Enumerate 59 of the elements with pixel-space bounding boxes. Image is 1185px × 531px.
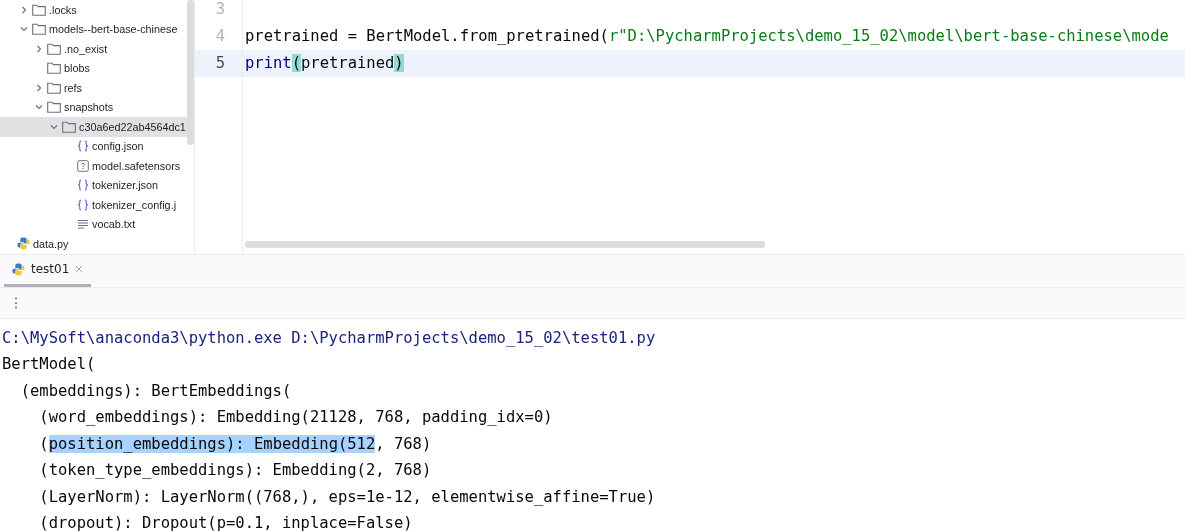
close-icon[interactable] bbox=[75, 265, 84, 273]
file-name: data.py bbox=[33, 237, 69, 250]
code-line: print(pretrained) bbox=[245, 54, 404, 72]
file-name: vocab.txt bbox=[92, 218, 136, 231]
folder-icon bbox=[62, 120, 76, 133]
folder-icon bbox=[47, 62, 61, 75]
line-number: 3 bbox=[214, 0, 226, 20]
tree-item[interactable]: .no_exist bbox=[0, 39, 187, 59]
text-file-icon bbox=[77, 218, 89, 231]
folder-icon bbox=[47, 42, 61, 55]
file-name: models--bert-base-chinese bbox=[49, 23, 178, 36]
file-name: tokenizer_config.j bbox=[92, 198, 177, 211]
tree-item[interactable]: model.safetensors bbox=[0, 156, 187, 176]
folder-icon bbox=[32, 23, 46, 36]
scrollbar[interactable] bbox=[245, 241, 765, 248]
tree-item[interactable]: models--bert-base-chinese bbox=[0, 19, 187, 39]
tree-item[interactable]: blobs bbox=[0, 58, 187, 78]
file-name: snapshots bbox=[64, 101, 114, 114]
python-icon bbox=[12, 262, 25, 276]
tree-item[interactable]: vocab.txt bbox=[0, 214, 187, 234]
console-line: (word_embeddings): Embedding(21128, 768, padding_idx=0) bbox=[38, 408, 553, 426]
braces-icon bbox=[77, 198, 89, 211]
question-file-icon bbox=[77, 159, 89, 172]
code-line: pretrained = BertModel.from_pretrained(r"D:\PycharmProjects\demo_15_02\model\bert-base-chinese\mode bbox=[245, 27, 1169, 45]
folder-icon bbox=[47, 101, 61, 114]
file-name: c30a6ed22ab4564dc1 bbox=[79, 120, 186, 133]
file-name: refs bbox=[64, 81, 82, 94]
file-name: blobs bbox=[64, 62, 90, 75]
tree-item[interactable]: config.json bbox=[0, 136, 187, 156]
braces-icon bbox=[77, 140, 89, 153]
chevron-icon[interactable] bbox=[19, 4, 29, 15]
line-number: 4 bbox=[214, 26, 226, 47]
console-line: (dropout): Dropout(p=0.1, inplace=False) bbox=[38, 514, 413, 531]
tree-item[interactable]: data.py bbox=[0, 234, 187, 254]
scrollbar[interactable] bbox=[187, 0, 194, 145]
file-name: config.json bbox=[92, 140, 144, 153]
tree-item[interactable]: .locks bbox=[0, 0, 187, 20]
braces-icon bbox=[77, 179, 89, 192]
console-line: (LayerNorm): LayerNorm((768,), eps=1e-12, elementwise_affine=True) bbox=[38, 487, 656, 506]
console-line: BertModel( bbox=[2, 355, 96, 373]
python-icon bbox=[17, 237, 30, 251]
line-number: 5 bbox=[195, 50, 242, 77]
chevron-icon[interactable] bbox=[34, 82, 44, 93]
console-line: (embeddings): BertEmbeddings( bbox=[19, 381, 292, 400]
tree-item[interactable]: tokenizer_config.j bbox=[0, 195, 187, 215]
chevron-icon[interactable] bbox=[34, 43, 44, 54]
file-name: tokenizer.json bbox=[92, 179, 159, 192]
file-name: .locks bbox=[49, 3, 77, 16]
folder-icon bbox=[32, 3, 46, 16]
tree-item[interactable]: snapshots bbox=[0, 97, 187, 117]
file-name: .no_exist bbox=[64, 42, 108, 55]
tree-item[interactable]: refs bbox=[0, 78, 187, 98]
tree-item[interactable]: c30a6ed22ab4564dc1 bbox=[0, 117, 187, 137]
folder-icon bbox=[47, 81, 61, 94]
more-icon[interactable] bbox=[14, 296, 18, 309]
tree-item[interactable]: tokenizer.json bbox=[0, 175, 187, 195]
file-name: model.safetensors bbox=[92, 159, 181, 172]
console-line: (token_type_embeddings): Embedding(2, 768) bbox=[38, 461, 432, 479]
console-line: C:\MySoft\anaconda3\python.exe D:\PycharmProjects\demo_15_02\test01.py bbox=[2, 328, 656, 347]
